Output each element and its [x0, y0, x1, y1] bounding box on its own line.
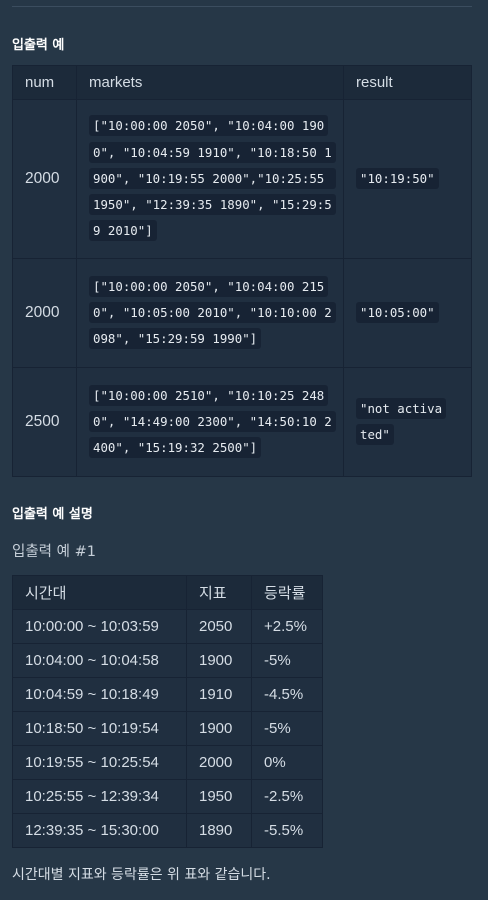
- cell-markets: ["10:00:00 2050", "10:04:00 2150", "10:0…: [76, 258, 344, 368]
- table-header-row: num markets result: [12, 65, 472, 100]
- cell-rate: -2.5%: [251, 779, 323, 814]
- example-subtitle: 입출력 예 #1: [12, 544, 96, 560]
- cell-index: 2000: [186, 745, 252, 780]
- result-code: "10:05:00": [356, 301, 439, 323]
- problem-page: 입출력 예 num markets result 2000 ["10:00:00…: [0, 0, 488, 900]
- table-row: 10:04:59 ~ 10:18:49 1910 -4.5%: [12, 677, 323, 712]
- cell-rate: -5%: [251, 711, 323, 746]
- markets-code: ["10:00:00 2050", "10:04:00 1900", "10:0…: [89, 115, 336, 242]
- cell-num: 2000: [12, 258, 77, 368]
- table-row: 10:19:55 ~ 10:25:54 2000 0%: [12, 745, 323, 780]
- result-code: "10:19:50": [356, 167, 439, 189]
- table-row: 10:00:00 ~ 10:03:59 2050 +2.5%: [12, 609, 323, 644]
- markets-code: ["10:00:00 2050", "10:04:00 2150", "10:0…: [89, 275, 336, 350]
- io-example-table: num markets result 2000 ["10:00:00 2050"…: [12, 65, 472, 477]
- cell-num: 2000: [12, 99, 77, 259]
- explanation-text: 시간대별 지표와 등락률은 위 표와 같습니다.: [12, 867, 271, 883]
- example1-table: 시간대 지표 등락률 10:00:00 ~ 10:03:59 2050 +2.5…: [12, 575, 323, 848]
- table-row: 2500 ["10:00:00 2510", "10:10:25 2480", …: [12, 367, 472, 477]
- header-timerange: 시간대: [12, 575, 187, 610]
- header-index: 지표: [186, 575, 252, 610]
- cell-rate: +2.5%: [251, 609, 323, 644]
- header-result: result: [343, 65, 472, 100]
- table-row: 12:39:35 ~ 15:30:00 1890 -5.5%: [12, 813, 323, 848]
- cell-index: 1890: [186, 813, 252, 848]
- cell-index: 1900: [186, 643, 252, 678]
- table-row: 10:04:00 ~ 10:04:58 1900 -5%: [12, 643, 323, 678]
- divider: [12, 6, 472, 7]
- cell-timerange: 10:25:55 ~ 12:39:34: [12, 779, 187, 814]
- result-code: "not activated": [356, 397, 447, 445]
- section-title-explain: 입출력 예 설명: [12, 507, 93, 522]
- cell-index: 1910: [186, 677, 252, 712]
- header-num: num: [12, 65, 77, 100]
- cell-index: 1900: [186, 711, 252, 746]
- cell-index: 1950: [186, 779, 252, 814]
- cell-index: 2050: [186, 609, 252, 644]
- table-row: 2000 ["10:00:00 2050", "10:04:00 2150", …: [12, 258, 472, 368]
- table-header-row: 시간대 지표 등락률: [12, 575, 323, 610]
- cell-result: "not activated": [343, 367, 472, 477]
- cell-rate: -5.5%: [251, 813, 323, 848]
- cell-timerange: 10:04:00 ~ 10:04:58: [12, 643, 187, 678]
- table-row: 2000 ["10:00:00 2050", "10:04:00 1900", …: [12, 99, 472, 259]
- cell-timerange: 10:04:59 ~ 10:18:49: [12, 677, 187, 712]
- header-rate: 등락률: [251, 575, 323, 610]
- cell-timerange: 10:00:00 ~ 10:03:59: [12, 609, 187, 644]
- cell-markets: ["10:00:00 2510", "10:10:25 2480", "14:4…: [76, 367, 344, 477]
- cell-markets: ["10:00:00 2050", "10:04:00 1900", "10:0…: [76, 99, 344, 259]
- cell-rate: 0%: [251, 745, 323, 780]
- table-row: 10:18:50 ~ 10:19:54 1900 -5%: [12, 711, 323, 746]
- cell-timerange: 10:19:55 ~ 10:25:54: [12, 745, 187, 780]
- cell-result: "10:19:50": [343, 99, 472, 259]
- cell-timerange: 12:39:35 ~ 15:30:00: [12, 813, 187, 848]
- cell-rate: -5%: [251, 643, 323, 678]
- markets-code: ["10:00:00 2510", "10:10:25 2480", "14:4…: [89, 384, 336, 459]
- cell-result: "10:05:00": [343, 258, 472, 368]
- header-markets: markets: [76, 65, 344, 100]
- table-row: 10:25:55 ~ 12:39:34 1950 -2.5%: [12, 779, 323, 814]
- cell-num: 2500: [12, 367, 77, 477]
- section-title-io: 입출력 예: [12, 38, 65, 53]
- cell-timerange: 10:18:50 ~ 10:19:54: [12, 711, 187, 746]
- cell-rate: -4.5%: [251, 677, 323, 712]
